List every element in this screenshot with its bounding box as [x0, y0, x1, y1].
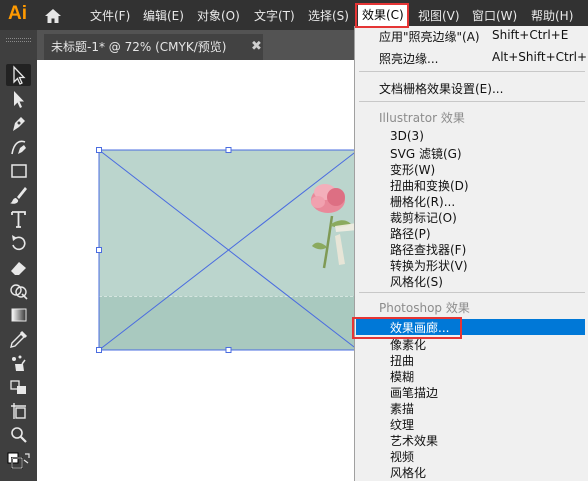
menu-rasterize[interactable]: 栅格化(R)...: [390, 193, 455, 210]
eyedropper-tool-icon[interactable]: [6, 328, 31, 350]
menu-crop-marks[interactable]: 裁剪标记(O): [390, 209, 457, 226]
menu-type[interactable]: 文字(T): [254, 7, 295, 24]
menu-video[interactable]: 视频: [390, 448, 414, 465]
selection-handle[interactable]: [96, 247, 102, 253]
menu-pixelate[interactable]: 像素化: [390, 336, 426, 353]
flower-graphic: [311, 184, 358, 269]
menu-view[interactable]: 视图(V): [418, 7, 460, 24]
menu-blur[interactable]: 模糊: [390, 368, 414, 385]
menu-select[interactable]: 选择(S): [308, 7, 349, 24]
menu-pathfinder[interactable]: 路径查找器(F): [390, 241, 466, 258]
illustrator-effects-header: Illustrator 效果: [379, 111, 465, 125]
rotate-tool-icon[interactable]: [6, 232, 31, 254]
home-icon[interactable]: [44, 8, 62, 24]
paintbrush-tool-icon[interactable]: [6, 184, 31, 206]
panel-grip[interactable]: [6, 38, 31, 42]
menu-window[interactable]: 窗口(W): [472, 7, 517, 24]
menu-sketch[interactable]: 素描: [390, 400, 414, 417]
pen-tool-icon[interactable]: [6, 112, 31, 134]
gradient-tool-icon[interactable]: [6, 304, 31, 326]
selection-handle[interactable]: [225, 347, 232, 353]
selection-handle[interactable]: [96, 347, 102, 353]
document-tab[interactable]: 未标题-1* @ 72% (CMYK/预览) ✖: [44, 34, 263, 60]
menu-warp[interactable]: 变形(W): [390, 161, 435, 178]
zoom-tool-icon[interactable]: [6, 424, 31, 446]
selection-handle[interactable]: [96, 147, 102, 153]
menu-convert-to-shape[interactable]: 转换为形状(V): [390, 257, 468, 274]
symbol-sprayer-tool-icon[interactable]: [6, 352, 31, 374]
tools-panel: [0, 30, 37, 481]
selection-handle[interactable]: [225, 147, 232, 153]
menu-file[interactable]: 文件(F): [90, 7, 130, 24]
fill-stroke-swatch-icon[interactable]: [6, 450, 31, 472]
artboard-tool-icon[interactable]: [6, 400, 31, 422]
menu-separator: [359, 292, 585, 293]
curvature-tool-icon[interactable]: [6, 136, 31, 158]
shortcut-last-effect: Alt+Shift+Ctrl+E: [492, 50, 588, 64]
menu-object[interactable]: 对象(O): [197, 7, 240, 24]
puppet-warp-tool-icon[interactable]: [6, 376, 31, 398]
rectangle-tool-icon[interactable]: [6, 160, 31, 182]
menu-brush-strokes[interactable]: 画笔描边: [390, 384, 438, 401]
close-icon[interactable]: ✖: [251, 34, 262, 60]
menu-texture[interactable]: 纹理: [390, 416, 414, 433]
menu-stylize-illustrator[interactable]: 风格化(S): [390, 273, 443, 290]
menu-edit[interactable]: 编辑(E): [143, 7, 184, 24]
shape-builder-tool-icon[interactable]: [6, 280, 31, 302]
image-selection-overlay[interactable]: [95, 146, 363, 354]
selection-tool-icon[interactable]: [6, 64, 31, 86]
direct-selection-tool-icon[interactable]: [6, 88, 31, 110]
document-tab-title: 未标题-1* @ 72% (CMYK/预览): [51, 40, 227, 54]
menu-3d[interactable]: 3D(3): [390, 129, 424, 143]
menu-effect-gallery[interactable]: 效果画廊...: [390, 319, 449, 336]
menu-stylize-photoshop[interactable]: 风格化: [390, 464, 426, 481]
menu-artistic[interactable]: 艺术效果: [390, 432, 438, 449]
menu-separator: [359, 101, 585, 102]
eraser-tool-icon[interactable]: [6, 256, 31, 278]
effect-dropdown-menu: 应用"照亮边缘"(A) Shift+Ctrl+E 照亮边缘... Alt+Shi…: [354, 26, 588, 481]
menu-path[interactable]: 路径(P): [390, 225, 431, 242]
menu-help[interactable]: 帮助(H): [531, 7, 573, 24]
app-logo: Ai: [8, 3, 27, 24]
menu-apply-last-effect[interactable]: 应用"照亮边缘"(A): [379, 28, 480, 45]
menu-distort-transform[interactable]: 扭曲和变换(D): [390, 177, 469, 194]
menu-last-effect[interactable]: 照亮边缘...: [379, 50, 438, 67]
menu-distort[interactable]: 扭曲: [390, 352, 414, 369]
photoshop-effects-header: Photoshop 效果: [379, 301, 470, 315]
menu-separator: [359, 71, 585, 72]
menu-effect[interactable]: 效果(C): [358, 4, 408, 26]
type-tool-icon[interactable]: [6, 208, 31, 230]
shortcut-apply-last-effect: Shift+Ctrl+E: [492, 28, 569, 42]
menu-raster-effects-settings[interactable]: 文档栅格效果设置(E)...: [379, 80, 503, 97]
menu-svg-filters[interactable]: SVG 滤镜(G): [390, 145, 462, 162]
